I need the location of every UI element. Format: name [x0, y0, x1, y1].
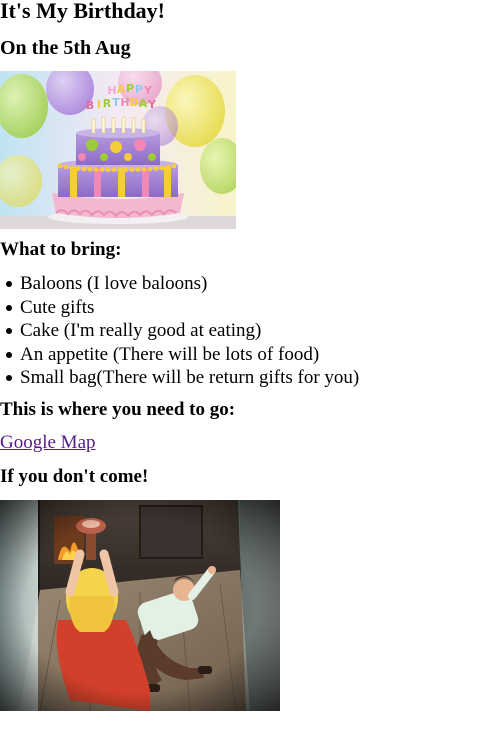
svg-text:A: A [139, 97, 148, 110]
google-map-link[interactable]: Google Map [0, 431, 96, 454]
svg-text:P: P [135, 83, 143, 96]
svg-text:A: A [117, 83, 126, 96]
date-heading: On the 5th Aug [0, 37, 131, 59]
bring-list: Baloons (I love baloons) Cute gifts Cake… [0, 272, 359, 390]
list-item: Cake (I'm really good at eating) [5, 319, 359, 343]
bring-heading: What to bring: [0, 239, 122, 260]
birthday-cake-image: H A P P Y B I R T H D A Y [0, 71, 236, 229]
dont-come-image [0, 500, 280, 711]
svg-text:R: R [103, 97, 112, 110]
list-item: Cute gifts [5, 296, 359, 320]
svg-text:P: P [126, 82, 134, 95]
location-heading: This is where you need to go: [0, 399, 236, 420]
svg-text:I: I [97, 98, 101, 111]
svg-text:Y: Y [147, 98, 157, 111]
list-item: Baloons (I love baloons) [5, 272, 359, 296]
svg-text:Y: Y [143, 84, 153, 97]
svg-text:H: H [120, 96, 129, 109]
list-item: Small bag(There will be return gifts for… [5, 367, 360, 388]
list-item: An appetite (There will be lots of food) [5, 343, 359, 367]
page-title: It's My Birthday! [0, 0, 165, 23]
svg-text:B: B [86, 99, 94, 112]
svg-text:T: T [112, 96, 120, 109]
warning-heading: If you don't come! [0, 466, 149, 487]
svg-text:D: D [129, 96, 138, 109]
